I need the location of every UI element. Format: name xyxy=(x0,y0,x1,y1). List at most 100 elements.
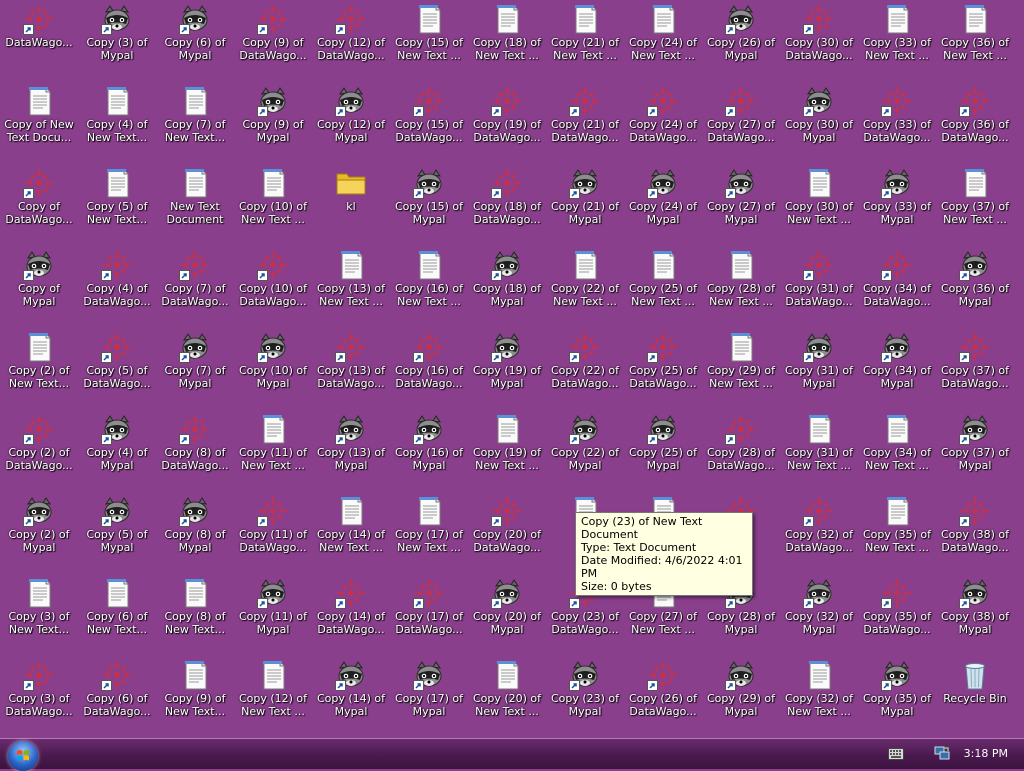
desktop-icon[interactable]: Copy (32) of New Text ... xyxy=(780,656,858,736)
desktop-icon[interactable]: Copy (31) of Mypal xyxy=(780,328,858,408)
desktop-icon[interactable]: Copy (12) of New Text ... xyxy=(234,656,312,736)
desktop-icon[interactable]: Copy (37) of Mypal xyxy=(936,410,1014,490)
desktop-icon[interactable]: Copy (8) of DataWago... xyxy=(156,410,234,490)
desktop-icon[interactable]: Copy (27) of Mypal xyxy=(702,164,780,244)
desktop-icon[interactable]: Copy (2) of DataWago... xyxy=(0,410,78,490)
desktop-icon[interactable]: Copy (30) of Mypal xyxy=(780,82,858,162)
desktop-icon[interactable]: Copy (20) of DataWago... xyxy=(468,492,546,572)
desktop-icon[interactable]: Copy (17) of New Text ... xyxy=(390,492,468,572)
desktop-icon[interactable]: Copy (4) of Mypal xyxy=(78,410,156,490)
desktop-icon[interactable]: Copy (23) of Mypal xyxy=(546,656,624,736)
desktop-icon[interactable]: Copy (9) of DataWago... xyxy=(234,0,312,80)
desktop-icon[interactable]: Copy (35) of Mypal xyxy=(858,656,936,736)
desktop-icon[interactable]: Copy (7) of DataWago... xyxy=(156,246,234,326)
desktop-icon[interactable]: Copy (38) of DataWago... xyxy=(936,492,1014,572)
desktop-icon[interactable]: Copy (37) of New Text ... xyxy=(936,164,1014,244)
desktop-icon[interactable]: Copy (22) of DataWago... xyxy=(546,328,624,408)
desktop-icon[interactable]: Copy (5) of Mypal xyxy=(78,492,156,572)
desktop-icon[interactable]: Copy (14) of New Text ... xyxy=(312,492,390,572)
desktop-icon[interactable]: Copy of Mypal xyxy=(0,246,78,326)
desktop-icon[interactable]: Copy (25) of Mypal xyxy=(624,410,702,490)
desktop-icon[interactable]: Copy (29) of Mypal xyxy=(702,656,780,736)
desktop-icon[interactable]: Copy (28) of New Text ... xyxy=(702,246,780,326)
desktop-icon[interactable]: Copy (31) of DataWago... xyxy=(780,246,858,326)
desktop-icon[interactable]: Copy (27) of DataWago... xyxy=(702,82,780,162)
desktop-icon[interactable]: Copy (18) of Mypal xyxy=(468,246,546,326)
desktop-icon[interactable]: Copy (11) of New Text ... xyxy=(234,410,312,490)
desktop-icon[interactable]: Recycle Bin xyxy=(936,656,1014,736)
desktop-icon[interactable]: Copy (16) of Mypal xyxy=(390,410,468,490)
keyboard-icon[interactable] xyxy=(888,748,904,760)
desktop-icon[interactable]: kl xyxy=(312,164,390,244)
desktop-icon[interactable]: Copy (13) of New Text ... xyxy=(312,246,390,326)
desktop-icon[interactable]: Copy (3) of DataWago... xyxy=(0,656,78,736)
desktop-icon[interactable]: Copy (22) of Mypal xyxy=(546,410,624,490)
desktop-icon[interactable]: Copy (15) of New Text ... xyxy=(390,0,468,80)
desktop[interactable]: DataWago... Copy of New Text Docu... Copy … xyxy=(0,0,1024,738)
desktop-icon[interactable]: Copy (30) of New Text ... xyxy=(780,164,858,244)
desktop-icon[interactable]: Copy (21) of New Text ... xyxy=(546,0,624,80)
desktop-icon[interactable]: Copy (35) of DataWago... xyxy=(858,574,936,654)
desktop-icon[interactable]: Copy (19) of New Text ... xyxy=(468,410,546,490)
desktop-icon[interactable]: Copy (20) of Mypal xyxy=(468,574,546,654)
desktop-icon[interactable]: Copy (33) of Mypal xyxy=(858,164,936,244)
desktop-icon[interactable]: Copy (4) of New Text... xyxy=(78,82,156,162)
desktop-icon[interactable]: Copy (6) of New Text... xyxy=(78,574,156,654)
desktop-icon[interactable]: Copy (14) of DataWago... xyxy=(312,574,390,654)
desktop-icon[interactable]: Copy (24) of Mypal xyxy=(624,164,702,244)
desktop-icon[interactable]: Copy (3) of Mypal xyxy=(78,0,156,80)
desktop-icon[interactable]: Copy (32) of DataWago... xyxy=(780,492,858,572)
desktop-icon[interactable]: Copy (35) of New Text ... xyxy=(858,492,936,572)
desktop-icon[interactable]: Copy (10) of New Text ... xyxy=(234,164,312,244)
desktop-icon[interactable]: Copy (21) of Mypal xyxy=(546,164,624,244)
desktop-icon[interactable]: Copy (25) of New Text ... xyxy=(624,246,702,326)
start-button[interactable] xyxy=(8,741,38,771)
network-icon[interactable] xyxy=(934,745,950,761)
desktop-icon[interactable]: Copy (20) of New Text ... xyxy=(468,656,546,736)
desktop-icon[interactable]: Copy (14) of Mypal xyxy=(312,656,390,736)
desktop-icon[interactable]: Copy (21) of DataWago... xyxy=(546,82,624,162)
desktop-icon[interactable]: Copy (8) of Mypal xyxy=(156,492,234,572)
desktop-icon[interactable]: Copy (15) of Mypal xyxy=(390,164,468,244)
desktop-icon[interactable]: Copy (19) of DataWago... xyxy=(468,82,546,162)
desktop-icon[interactable]: Copy (18) of New Text ... xyxy=(468,0,546,80)
desktop-icon[interactable]: Copy (2) of Mypal xyxy=(0,492,78,572)
desktop-icon[interactable]: DataWago... xyxy=(0,0,78,80)
desktop-icon[interactable]: Copy (9) of New Text... xyxy=(156,656,234,736)
desktop-icon[interactable]: Copy (31) of New Text ... xyxy=(780,410,858,490)
desktop-icon[interactable]: Copy (2) of New Text... xyxy=(0,328,78,408)
desktop-icon[interactable]: Copy (34) of New Text ... xyxy=(858,410,936,490)
desktop-icon[interactable]: Copy (28) of DataWago... xyxy=(702,410,780,490)
desktop-icon[interactable]: Copy (9) of Mypal xyxy=(234,82,312,162)
desktop-icon[interactable]: Copy (7) of New Text... xyxy=(156,82,234,162)
desktop-icon[interactable]: Copy (22) of New Text ... xyxy=(546,246,624,326)
desktop-icon[interactable]: Copy (6) of DataWago... xyxy=(78,656,156,736)
desktop-icon[interactable]: Copy (8) of New Text... xyxy=(156,574,234,654)
desktop-icon[interactable]: Copy (10) of Mypal xyxy=(234,328,312,408)
desktop-icon[interactable]: Copy (7) of Mypal xyxy=(156,328,234,408)
desktop-icon[interactable]: Copy (17) of Mypal xyxy=(390,656,468,736)
desktop-icon[interactable]: Copy (13) of DataWago... xyxy=(312,328,390,408)
desktop-icon[interactable]: Copy (15) of DataWago... xyxy=(390,82,468,162)
desktop-icon[interactable]: Copy (37) of DataWago... xyxy=(936,328,1014,408)
desktop-icon[interactable]: New Text Document xyxy=(156,164,234,244)
desktop-icon[interactable]: Copy (19) of Mypal xyxy=(468,328,546,408)
desktop-icon[interactable]: Copy (36) of New Text ... xyxy=(936,0,1014,80)
desktop-icon[interactable]: Copy (33) of DataWago... xyxy=(858,82,936,162)
desktop-icon[interactable]: Copy (36) of DataWago... xyxy=(936,82,1014,162)
desktop-icon[interactable]: Copy (6) of Mypal xyxy=(156,0,234,80)
desktop-icon[interactable]: Copy (38) of Mypal xyxy=(936,574,1014,654)
desktop-icon[interactable]: Copy (26) of DataWago... xyxy=(624,656,702,736)
desktop-icon[interactable]: Copy (16) of DataWago... xyxy=(390,328,468,408)
desktop-icon[interactable]: Copy (18) of DataWago... xyxy=(468,164,546,244)
desktop-icon[interactable]: Copy (12) of Mypal xyxy=(312,82,390,162)
desktop-icon[interactable]: Copy (24) of DataWago... xyxy=(624,82,702,162)
desktop-icon[interactable]: Copy (32) of Mypal xyxy=(780,574,858,654)
desktop-icon[interactable]: Copy (12) of DataWago... xyxy=(312,0,390,80)
desktop-icon[interactable]: Copy (16) of New Text ... xyxy=(390,246,468,326)
desktop-icon[interactable]: Copy (29) of New Text ... xyxy=(702,328,780,408)
desktop-icon[interactable]: Copy (4) of DataWago... xyxy=(78,246,156,326)
desktop-icon[interactable]: Copy (33) of New Text ... xyxy=(858,0,936,80)
desktop-icon[interactable]: Copy (24) of New Text ... xyxy=(624,0,702,80)
desktop-icon[interactable]: Copy of New Text Docu... xyxy=(0,82,78,162)
